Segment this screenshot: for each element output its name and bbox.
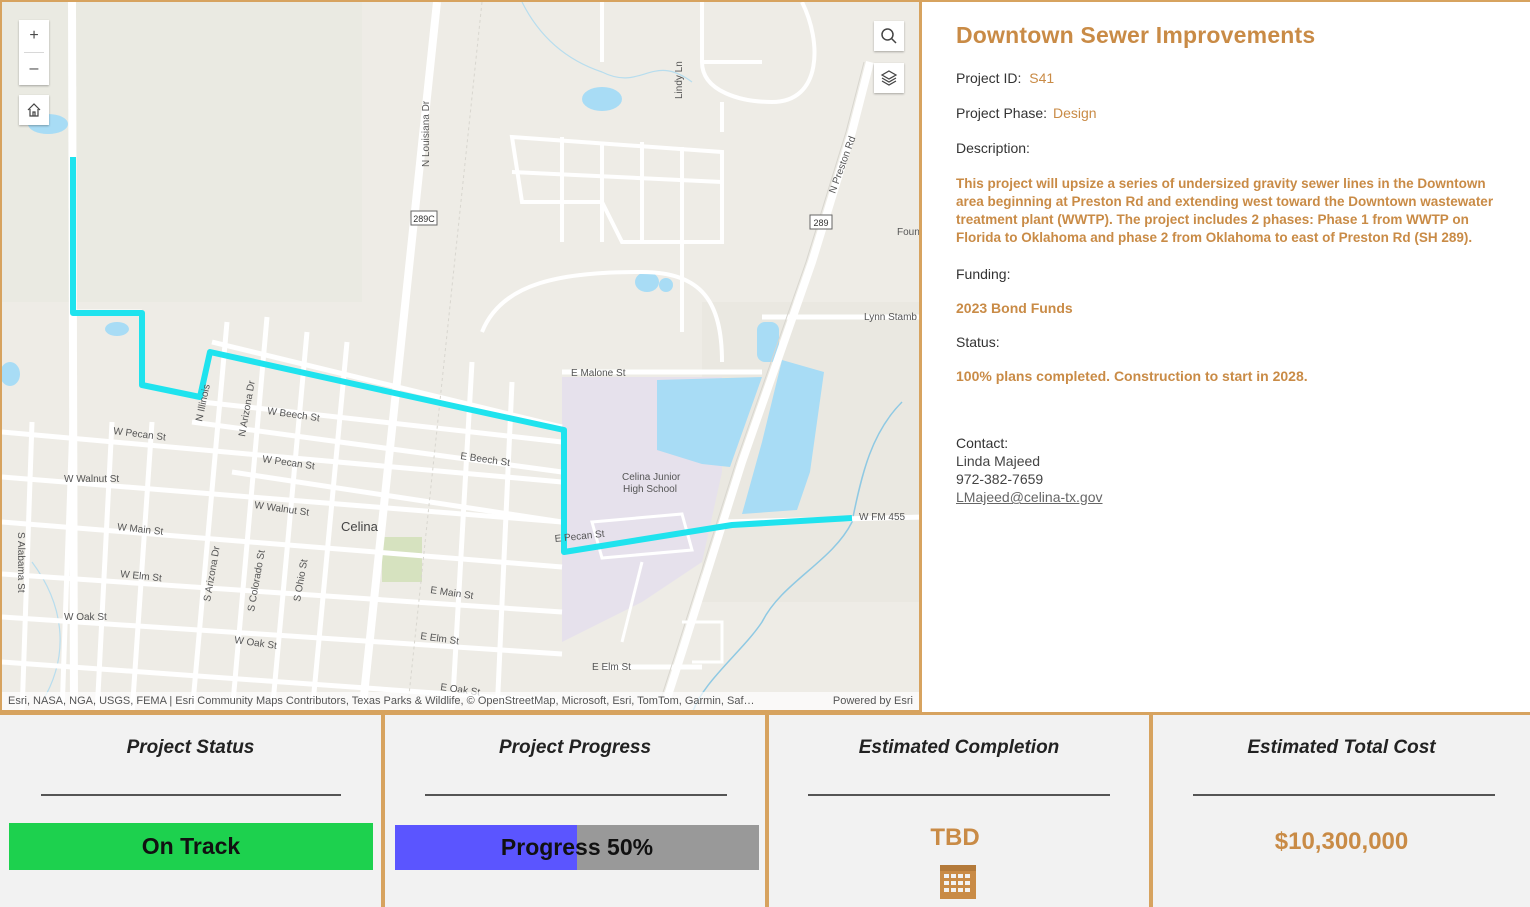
pond <box>659 278 673 292</box>
map-label: E Malone St <box>571 368 626 379</box>
map-label: Lynn Stamb <box>864 312 917 323</box>
search-icon <box>881 28 897 44</box>
card-divider <box>1193 794 1495 796</box>
project-title: Downtown Sewer Improvements <box>956 22 1316 48</box>
zoom-in-button[interactable]: + <box>19 20 49 52</box>
attribution-text[interactable]: Esri, NASA, NGA, USGS, FEMA | Esri Commu… <box>8 695 755 707</box>
cost-value: $10,300,000 <box>1274 828 1409 855</box>
progress-bar: Progress 50% <box>395 825 759 870</box>
project-phase-row: Project Phase: Design <box>956 104 1496 122</box>
summary-cards: Project Status On Track Project Progress… <box>0 712 1530 907</box>
project-id-row: Project ID: S41 <box>956 69 1496 87</box>
project-phase-value: Design <box>1052 105 1097 122</box>
contact-block: Contact: Linda Majeed 972-382-7659 LMaje… <box>956 434 1496 506</box>
zoom-control: + – <box>19 20 49 85</box>
description-text: This project will upsize a series of und… <box>956 175 1494 246</box>
map-canvas[interactable]: 289C 289 N Louisiana Dr Lindy Ln N Prest… <box>2 2 922 712</box>
hwy-289c-shield: 289C <box>410 210 438 226</box>
map-label: N Louisiana Dr <box>421 100 432 167</box>
pond <box>635 272 659 292</box>
map-view[interactable]: 289C 289 N Louisiana Dr Lindy Ln N Prest… <box>0 0 922 712</box>
search-button[interactable] <box>874 21 904 51</box>
project-progress-card: Project Progress Progress 50% <box>385 715 765 907</box>
contact-name: Linda Majeed <box>956 453 1041 470</box>
map-label: S Alabama St <box>15 532 26 593</box>
on-track-indicator: On Track <box>9 823 373 870</box>
card-divider <box>425 794 727 796</box>
project-progress-title: Project Progress <box>498 737 652 758</box>
card-divider <box>41 794 341 796</box>
svg-text:289C: 289C <box>413 214 435 224</box>
map-attribution: Esri, NASA, NGA, USGS, FEMA | Esri Commu… <box>2 692 919 710</box>
map-label-city: Celina <box>341 519 379 534</box>
project-status-title: Project Status <box>126 737 255 758</box>
svg-text:289: 289 <box>813 218 828 228</box>
card-divider <box>808 794 1110 796</box>
estimated-cost-card: Estimated Total Cost $10,300,000 <box>1153 715 1530 907</box>
project-details-panel: Downtown Sewer Improvements Project ID: … <box>922 0 1530 712</box>
contact-email-link[interactable]: LMajeed@celina-tx.gov <box>956 489 1103 505</box>
funding-label: Funding: <box>956 265 1011 282</box>
park <box>382 537 422 582</box>
contact-label: Contact: <box>956 435 1009 452</box>
map-label: High School <box>623 484 677 495</box>
home-icon <box>27 103 41 117</box>
map-label: Celina Junior <box>622 472 681 483</box>
map-label: W FM 455 <box>859 512 906 523</box>
description-label: Description: <box>956 140 1030 157</box>
calendar-icon <box>940 865 976 899</box>
estimated-completion-card: Estimated Completion TBD <box>769 715 1149 907</box>
progress-text: Progress 50% <box>500 834 654 860</box>
estimated-cost-title: Estimated Total Cost <box>1247 737 1436 758</box>
map-label: Foun <box>897 227 920 238</box>
contact-phone: 972-382-7659 <box>956 471 1044 488</box>
completion-value: TBD <box>930 824 980 851</box>
status-value: 100% plans completed. Construction to st… <box>956 368 1308 385</box>
map-label: W Oak St <box>64 612 107 623</box>
map-label: Lindy Ln <box>674 61 685 99</box>
zoom-out-button[interactable]: – <box>19 53 49 85</box>
funding-value: 2023 Bond Funds <box>956 299 1073 316</box>
status-label: Status: <box>956 333 1000 350</box>
estimated-completion-title: Estimated Completion <box>858 737 1060 758</box>
layers-button[interactable] <box>874 63 904 93</box>
project-status-card: Project Status On Track <box>0 715 381 907</box>
powered-by-esri[interactable]: Powered by Esri <box>833 695 913 707</box>
project-id-value: S41 <box>1029 70 1055 86</box>
map-label: W Walnut St <box>64 474 119 485</box>
layers-icon <box>880 70 898 86</box>
project-phase-label: Project Phase: <box>956 105 1048 122</box>
home-button[interactable] <box>19 95 49 125</box>
pond <box>105 322 129 336</box>
pond <box>582 87 622 111</box>
hwy-289-shield: 289 <box>809 214 833 230</box>
map-label: E Elm St <box>592 662 631 673</box>
project-id-label: Project ID: <box>956 70 1022 86</box>
